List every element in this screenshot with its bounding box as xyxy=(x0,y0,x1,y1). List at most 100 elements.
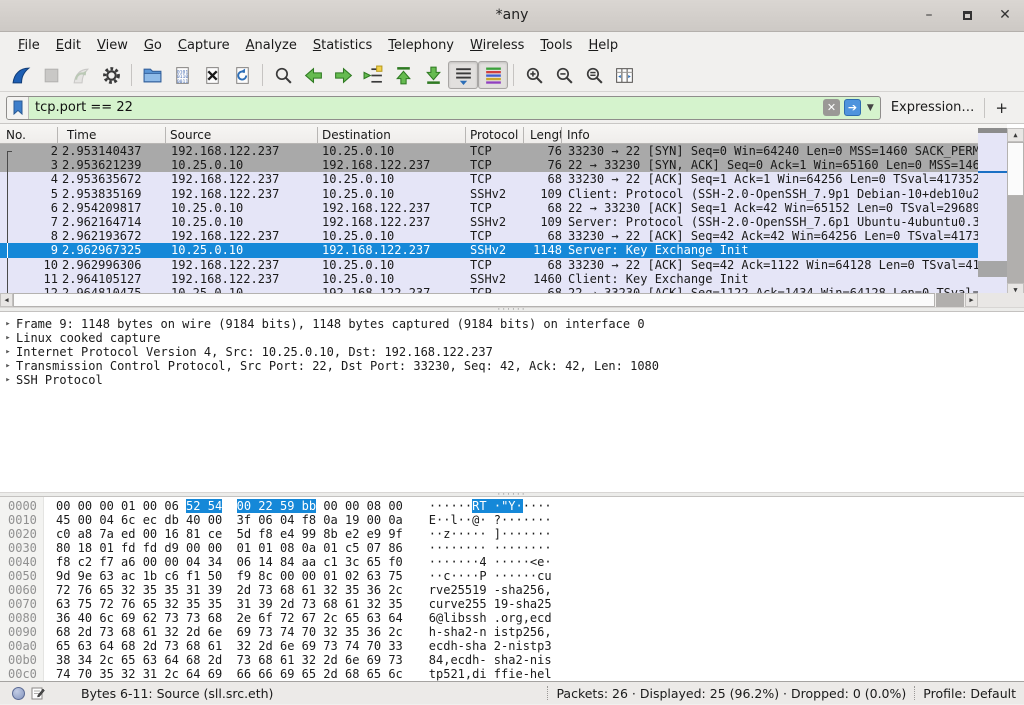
hex-row-00a0[interactable]: 00a065 63 64 68 2d 73 68 61 32 2d 6e 69 … xyxy=(0,639,1024,653)
hex-bytes[interactable]: 68 2d 73 68 61 32 2d 6e 69 73 74 70 32 3… xyxy=(56,625,403,639)
menu-file[interactable]: File xyxy=(10,34,48,57)
packet-row-8[interactable]: 82.962193672192.168.122.23710.25.0.10TCP… xyxy=(0,229,978,243)
column-header-length[interactable]: Length xyxy=(524,127,562,143)
hex-row-0090[interactable]: 009068 2d 73 68 61 32 2d 6e 69 73 74 70 … xyxy=(0,625,1024,639)
hex-row-0000[interactable]: 000000 00 00 01 00 06 52 54 00 22 59 bb … xyxy=(0,499,1024,513)
packet-row-7[interactable]: 72.96216471410.25.0.10192.168.122.237SSH… xyxy=(0,215,978,229)
menu-analyze[interactable]: Analyze xyxy=(238,34,305,57)
menu-tools[interactable]: Tools xyxy=(532,34,580,57)
hex-bytes[interactable]: 63 75 72 76 65 32 35 35 31 39 2d 73 68 6… xyxy=(56,597,403,611)
menu-capture[interactable]: Capture xyxy=(170,34,238,57)
detail-row[interactable]: ▸Transmission Control Protocol, Src Port… xyxy=(0,359,1024,373)
filter-bookmark-button[interactable] xyxy=(7,97,29,119)
detail-row[interactable]: ▸Frame 9: 1148 bytes on wire (9184 bits)… xyxy=(0,317,1024,331)
hex-ascii[interactable]: tp521,di ffie-hel xyxy=(429,667,552,681)
go-forward-button[interactable] xyxy=(328,61,358,89)
hex-ascii[interactable]: ecdh-sha 2-nistp3 xyxy=(429,639,552,653)
profile-status[interactable]: Profile: Default xyxy=(923,686,1016,701)
hex-row-00b0[interactable]: 00b038 34 2c 65 63 64 68 2d 73 68 61 32 … xyxy=(0,653,1024,667)
hex-row-0030[interactable]: 003080 18 01 fd fd d9 00 00 01 01 08 0a … xyxy=(0,541,1024,555)
hex-row-0010[interactable]: 001045 00 04 6c ec db 40 00 3f 06 04 f8 … xyxy=(0,513,1024,527)
display-filter-input[interactable] xyxy=(29,100,823,115)
close-file-button[interactable] xyxy=(197,61,227,89)
packet-row-2[interactable]: 22.953140437192.168.122.23710.25.0.10TCP… xyxy=(0,144,978,158)
packet-row-11[interactable]: 112.964105127192.168.122.23710.25.0.10SS… xyxy=(0,272,978,286)
go-last-button[interactable] xyxy=(418,61,448,89)
menu-statistics[interactable]: Statistics xyxy=(305,34,380,57)
menu-view[interactable]: View xyxy=(89,34,136,57)
menu-help[interactable]: Help xyxy=(580,34,626,57)
expert-info-icon[interactable] xyxy=(12,687,25,700)
menu-edit[interactable]: Edit xyxy=(48,34,89,57)
packet-row-5[interactable]: 52.953835169192.168.122.23710.25.0.10SSH… xyxy=(0,187,978,201)
add-filter-button[interactable]: + xyxy=(985,99,1018,117)
expression-button[interactable]: Expression… xyxy=(881,100,985,115)
hex-bytes[interactable]: 72 76 65 32 35 35 31 39 2d 73 68 61 32 3… xyxy=(56,583,403,597)
go-to-packet-button[interactable] xyxy=(358,61,388,89)
column-header-no[interactable]: No. xyxy=(0,127,58,143)
display-filter-field[interactable]: ✕ ➔ ▼ xyxy=(6,96,881,120)
expand-triangle-icon[interactable]: ▸ xyxy=(0,331,16,345)
hex-row-0050[interactable]: 00509d 9e 63 ac 1b c6 f1 50 f9 8c 00 00 … xyxy=(0,569,1024,583)
hex-bytes[interactable]: 36 40 6c 69 62 73 73 68 2e 6f 72 67 2c 6… xyxy=(56,611,403,625)
packet-row-6[interactable]: 62.95420981710.25.0.10192.168.122.237TCP… xyxy=(0,201,978,215)
reload-file-button[interactable] xyxy=(227,61,257,89)
packet-list-vscrollbar[interactable]: ▲ ▼ xyxy=(1007,128,1024,297)
resize-columns-button[interactable] xyxy=(609,61,639,89)
filter-history-dropdown[interactable]: ▼ xyxy=(867,103,874,113)
hex-ascii[interactable]: ·······4 ·····<e· xyxy=(429,555,552,569)
hex-ascii[interactable]: ··z····· ]······· xyxy=(429,527,552,541)
packet-row-3[interactable]: 32.95362123910.25.0.10192.168.122.237TCP… xyxy=(0,158,978,172)
hex-row-0040[interactable]: 0040f8 c2 f7 a6 00 00 04 34 06 14 84 aa … xyxy=(0,555,1024,569)
hex-ascii[interactable]: rve25519 -sha256, xyxy=(429,583,552,597)
find-packet-button[interactable] xyxy=(268,61,298,89)
hex-bytes[interactable]: c0 a8 7a ed 00 16 81 ce 5d f8 e4 99 8b e… xyxy=(56,527,403,541)
expand-triangle-icon[interactable]: ▸ xyxy=(0,345,16,359)
capture-options-button[interactable] xyxy=(96,61,126,89)
hex-row-0060[interactable]: 006072 76 65 32 35 35 31 39 2d 73 68 61 … xyxy=(0,583,1024,597)
hex-row-0020[interactable]: 0020c0 a8 7a ed 00 16 81 ce 5d f8 e4 99 … xyxy=(0,527,1024,541)
scroll-up-arrow-icon[interactable]: ▲ xyxy=(1007,128,1024,142)
vscrollbar-thumb[interactable] xyxy=(1007,142,1024,196)
hex-row-0070[interactable]: 007063 75 72 76 65 32 35 35 31 39 2d 73 … xyxy=(0,597,1024,611)
menu-go[interactable]: Go xyxy=(136,34,170,57)
zoom-in-button[interactable] xyxy=(519,61,549,89)
detail-row[interactable]: ▸Linux cooked capture xyxy=(0,331,1024,345)
expand-triangle-icon[interactable]: ▸ xyxy=(0,317,16,331)
titlebar[interactable]: *any – ✕ xyxy=(0,0,1024,32)
expand-triangle-icon[interactable]: ▸ xyxy=(0,373,16,387)
hex-bytes[interactable]: 65 63 64 68 2d 73 68 61 32 2d 6e 69 73 7… xyxy=(56,639,403,653)
hex-bytes[interactable]: 9d 9e 63 ac 1b c6 f1 50 f9 8c 00 00 01 0… xyxy=(56,569,403,583)
column-header-protocol[interactable]: Protocol xyxy=(466,127,524,143)
zoom-original-button[interactable] xyxy=(579,61,609,89)
auto-scroll-button[interactable] xyxy=(448,61,478,89)
intelligent-scrollbar-minimap[interactable] xyxy=(978,128,1007,293)
zoom-out-button[interactable] xyxy=(549,61,579,89)
packet-row-12[interactable]: 122.96481047510.25.0.10192.168.122.237TC… xyxy=(0,286,978,293)
close-button[interactable]: ✕ xyxy=(996,6,1014,24)
packet-row-4[interactable]: 42.953635672192.168.122.23710.25.0.10TCP… xyxy=(0,172,978,186)
vscrollbar-trough[interactable] xyxy=(1007,196,1024,283)
go-first-button[interactable] xyxy=(388,61,418,89)
hex-ascii[interactable]: ········ ········ xyxy=(429,541,552,555)
save-file-button[interactable]: 010101100011 xyxy=(167,61,197,89)
hex-bytes[interactable]: 38 34 2c 65 63 64 68 2d 73 68 61 32 2d 6… xyxy=(56,653,403,667)
minimize-button[interactable]: – xyxy=(920,6,938,24)
hex-ascii[interactable]: 84,ecdh- sha2-nis xyxy=(429,653,552,667)
capture-comment-icon[interactable] xyxy=(31,686,45,700)
packet-row-9[interactable]: 92.96296732510.25.0.10192.168.122.237SSH… xyxy=(0,243,978,257)
hex-row-00c0[interactable]: 00c074 70 35 32 31 2c 64 69 66 66 69 65 … xyxy=(0,667,1024,681)
column-header-destination[interactable]: Destination xyxy=(318,127,466,143)
maximize-button[interactable] xyxy=(958,6,976,24)
hex-ascii[interactable]: E··l··@· ?······· xyxy=(429,513,552,527)
menu-wireless[interactable]: Wireless xyxy=(462,34,532,57)
menu-telephony[interactable]: Telephony xyxy=(380,34,462,57)
colorize-button[interactable] xyxy=(478,61,508,89)
go-back-button[interactable] xyxy=(298,61,328,89)
hex-bytes[interactable]: f8 c2 f7 a6 00 00 04 34 06 14 84 aa c1 3… xyxy=(56,555,403,569)
column-header-time[interactable]: Time xyxy=(58,127,166,143)
hex-ascii[interactable]: ······RT ·"Y····· xyxy=(429,499,552,513)
detail-row[interactable]: ▸SSH Protocol xyxy=(0,373,1024,387)
expand-triangle-icon[interactable]: ▸ xyxy=(0,359,16,373)
hex-bytes[interactable]: 45 00 04 6c ec db 40 00 3f 06 04 f8 0a 1… xyxy=(56,513,403,527)
